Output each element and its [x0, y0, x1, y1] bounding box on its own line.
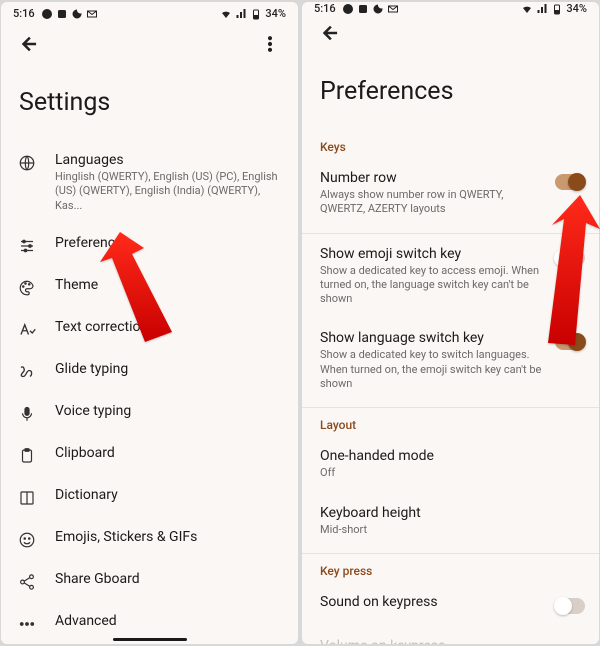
settings-item-label: Glide typing — [55, 361, 282, 377]
settings-item-label: Share Gboard — [55, 571, 282, 587]
page-title: Preferences — [302, 51, 599, 130]
battery-icon — [551, 3, 563, 15]
section-keys: Keys — [302, 130, 599, 158]
pref-sub: Mid-short — [320, 523, 585, 537]
toggle-sound-keypress[interactable] — [555, 598, 585, 614]
status-bar: 5:16 34% — [1, 2, 298, 26]
navigation-handle[interactable] — [113, 638, 187, 641]
pref-volume-keypress[interactable]: Volume on keypress — [302, 626, 599, 644]
status-left-icons — [342, 3, 399, 15]
moon-icon — [372, 3, 384, 15]
pref-one-handed[interactable]: One-handed mode Off — [302, 436, 599, 492]
more-horiz-icon — [18, 615, 36, 633]
status-time: 5:16 — [13, 7, 35, 20]
pref-emoji-key[interactable]: Show emoji switch key Show a dedicated k… — [302, 234, 599, 319]
pref-sub: Show a dedicated key to switch languages… — [320, 348, 545, 391]
mail-icon — [387, 3, 399, 15]
whatsapp-icon — [342, 3, 354, 15]
status-bar: 5:16 34% — [302, 2, 599, 15]
settings-item-languages[interactable]: Languages Hinglish (QWERTY), English (US… — [1, 141, 298, 224]
app-icon — [357, 3, 369, 15]
signal-icon — [536, 3, 548, 15]
pref-keyboard-height[interactable]: Keyboard height Mid-short — [302, 493, 599, 549]
mic-icon — [18, 405, 36, 423]
status-time: 5:16 — [314, 2, 336, 15]
pref-label: Sound on keypress — [320, 594, 545, 610]
app-bar — [1, 26, 298, 62]
moon-icon — [71, 8, 83, 20]
clipboard-icon — [18, 447, 36, 465]
wifi-icon — [220, 8, 232, 20]
palette-icon — [18, 279, 36, 297]
settings-item-emojis[interactable]: Emojis, Stickers & GIFs — [1, 518, 298, 560]
settings-item-share[interactable]: Share Gboard — [1, 560, 298, 602]
text-correct-icon — [18, 321, 36, 339]
settings-item-label: Languages — [55, 152, 282, 168]
overflow-button[interactable] — [252, 26, 288, 62]
settings-list: Languages Hinglish (QWERTY), English (US… — [1, 141, 298, 644]
settings-item-preferences[interactable]: Preferences — [1, 224, 298, 266]
app-icon — [56, 8, 68, 20]
page-title: Settings — [1, 62, 298, 141]
signal-icon — [235, 8, 247, 20]
pref-label: Volume on keypress — [320, 638, 585, 644]
pref-label: Show emoji switch key — [320, 246, 545, 262]
whatsapp-icon — [41, 8, 53, 20]
status-right-icons: 34% — [521, 2, 587, 15]
settings-item-label: Clipboard — [55, 445, 282, 461]
settings-item-theme[interactable]: Theme — [1, 266, 298, 308]
pref-sub: Show a dedicated key to access emoji. Wh… — [320, 264, 545, 307]
settings-item-text-correction[interactable]: Text correction — [1, 308, 298, 350]
pref-label: Number row — [320, 170, 545, 186]
mail-icon — [86, 8, 98, 20]
share-icon — [18, 573, 36, 591]
battery-icon — [250, 8, 262, 20]
settings-screen: 5:16 34% Settings — [1, 2, 298, 644]
pref-sound-keypress[interactable]: Sound on keypress — [302, 582, 599, 626]
battery-percent: 34% — [566, 2, 587, 15]
back-arrow-icon — [320, 23, 340, 43]
book-icon — [18, 489, 36, 507]
toggle-emoji-key[interactable] — [555, 250, 585, 266]
pref-number-row[interactable]: Number row Always show number row in QWE… — [302, 158, 599, 229]
pref-sub: Always show number row in QWERTY, QWERTZ… — [320, 188, 545, 217]
pref-label: Show language switch key — [320, 330, 545, 346]
sliders-icon — [18, 237, 36, 255]
globe-icon — [18, 154, 36, 172]
battery-percent: 34% — [265, 7, 286, 20]
pref-label: Keyboard height — [320, 505, 585, 521]
toggle-number-row[interactable] — [555, 174, 585, 190]
status-left-icons — [41, 8, 98, 20]
gesture-icon — [18, 363, 36, 381]
settings-item-clipboard[interactable]: Clipboard — [1, 434, 298, 476]
settings-item-label: Emojis, Stickers & GIFs — [55, 529, 282, 545]
settings-item-dictionary[interactable]: Dictionary — [1, 476, 298, 518]
back-button[interactable] — [312, 15, 348, 51]
back-button[interactable] — [11, 26, 47, 62]
section-layout: Layout — [302, 408, 599, 436]
section-keypress: Key press — [302, 554, 599, 582]
settings-item-sub: Hinglish (QWERTY), English (US) (PC), En… — [55, 170, 282, 213]
pref-label: One-handed mode — [320, 448, 585, 464]
smiley-icon — [18, 531, 36, 549]
settings-item-label: Theme — [55, 277, 282, 293]
pref-language-key[interactable]: Show language switch key Show a dedicate… — [302, 318, 599, 403]
settings-item-label: Dictionary — [55, 487, 282, 503]
wifi-icon — [521, 3, 533, 15]
settings-item-voice[interactable]: Voice typing — [1, 392, 298, 434]
settings-item-glide[interactable]: Glide typing — [1, 350, 298, 392]
pref-sub: Off — [320, 466, 585, 480]
app-bar — [302, 15, 599, 51]
preferences-screen: 5:16 34% Preferences Keys — [302, 2, 599, 644]
toggle-language-key[interactable] — [555, 334, 585, 350]
back-arrow-icon — [19, 34, 39, 54]
more-vert-icon — [260, 34, 280, 54]
settings-item-label: Text correction — [55, 319, 282, 335]
settings-item-label: Preferences — [55, 235, 282, 251]
settings-item-label: Advanced — [55, 613, 282, 629]
settings-item-label: Voice typing — [55, 403, 282, 419]
status-right-icons: 34% — [220, 7, 286, 20]
